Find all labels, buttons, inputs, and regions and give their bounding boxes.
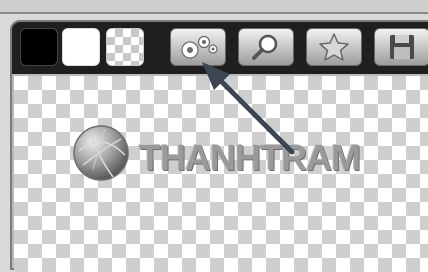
zoom-button[interactable]	[238, 28, 294, 66]
settings-button[interactable]	[170, 28, 226, 66]
logo: THANHTRAM	[69, 121, 361, 185]
white-background-swatch[interactable]	[62, 28, 100, 66]
toolbar	[12, 22, 428, 74]
favorite-button[interactable]	[306, 28, 362, 66]
globe-logo-icon	[73, 125, 129, 181]
star-icon	[319, 33, 349, 61]
floppy-disk-icon	[390, 35, 414, 59]
transparent-canvas[interactable]: THANHTRAM	[14, 76, 428, 272]
gears-icon	[181, 35, 218, 59]
editor-panel: THANHTRAM	[10, 20, 428, 272]
black-background-swatch[interactable]	[20, 28, 58, 66]
top-edge-strip	[0, 0, 428, 14]
save-button[interactable]	[374, 28, 428, 66]
magnifier-icon	[252, 34, 278, 60]
transparent-background-swatch[interactable]	[106, 28, 144, 66]
logo-wordmark: THANHTRAM	[139, 137, 361, 178]
